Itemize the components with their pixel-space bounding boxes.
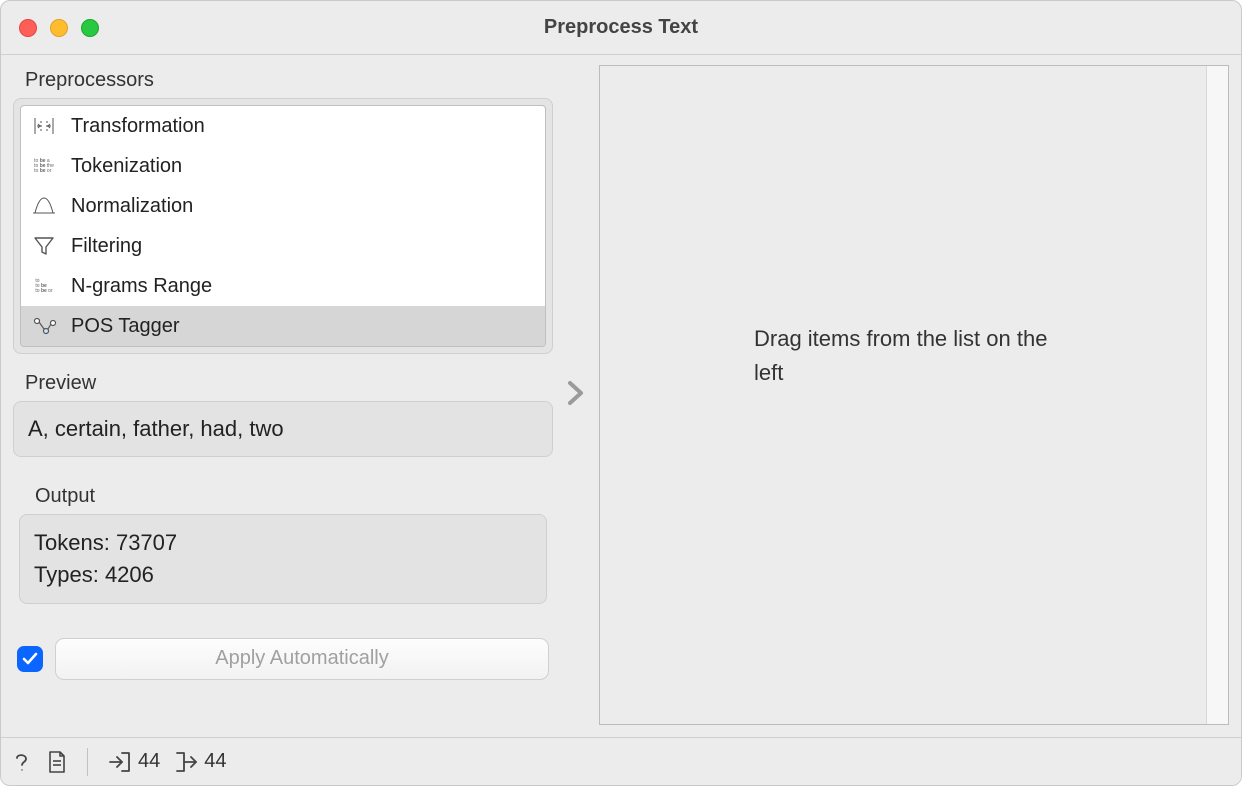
list-item-label: Filtering xyxy=(71,235,142,258)
output-count-group[interactable]: 44 xyxy=(174,750,226,774)
minimize-window-button[interactable] xyxy=(50,19,68,37)
filter-icon xyxy=(31,233,57,259)
chevron-right-icon xyxy=(565,379,587,412)
transfer-chevron-column xyxy=(561,65,591,725)
output-tokens-value: 73707 xyxy=(116,530,177,555)
window-title: Preprocess Text xyxy=(544,16,698,39)
list-item-tokenization[interactable]: to be a to be the to be or Tokenization xyxy=(21,146,545,186)
status-bar: 44 44 xyxy=(1,737,1241,785)
output-types-label: Types: xyxy=(34,562,99,587)
app-window: Preprocess Text Preprocessors xyxy=(0,0,1242,786)
preprocessors-list[interactable]: Transformation to be a to be the to be o… xyxy=(20,105,546,347)
output-types-value: 4206 xyxy=(105,562,154,587)
ngrams-icon: to to be to be or xyxy=(31,273,57,299)
close-window-button[interactable] xyxy=(19,19,37,37)
list-item-label: Transformation xyxy=(71,115,205,138)
apply-button-label: Apply Automatically xyxy=(215,647,388,670)
list-item-normalization[interactable]: Normalization xyxy=(21,186,545,226)
output-box: Tokens: 73707 Types: 4206 xyxy=(19,514,547,604)
list-item-filtering[interactable]: Filtering xyxy=(21,226,545,266)
window-controls xyxy=(19,19,99,37)
zoom-window-button[interactable] xyxy=(81,19,99,37)
drop-target-panel[interactable]: Drag items from the list on the left xyxy=(599,65,1229,725)
apply-automatically-button[interactable]: Apply Automatically xyxy=(55,638,549,680)
output-section: Output Tokens: 73707 Types: 4206 xyxy=(13,485,553,604)
preprocessors-label: Preprocessors xyxy=(25,69,553,92)
list-item-label: N-grams Range xyxy=(71,275,212,298)
vertical-scrollbar[interactable] xyxy=(1206,66,1228,724)
output-tokens-row: Tokens: 73707 xyxy=(34,527,532,559)
preprocessors-panel: Transformation to be a to be the to be o… xyxy=(13,98,553,354)
preview-box: A, certain, father, had, two xyxy=(13,401,553,457)
output-count-value: 44 xyxy=(204,750,226,773)
list-item-label: Normalization xyxy=(71,195,193,218)
output-label: Output xyxy=(35,485,547,508)
apply-row: Apply Automatically xyxy=(13,638,553,680)
transformation-icon xyxy=(31,113,57,139)
drop-hint-text: Drag items from the list on the left xyxy=(754,321,1074,389)
preview-text: A, certain, father, had, two xyxy=(28,416,284,441)
help-icon[interactable] xyxy=(11,751,33,773)
apply-automatically-checkbox[interactable] xyxy=(17,646,43,672)
main-area: Preprocessors xyxy=(1,55,1241,737)
statusbar-divider xyxy=(87,748,88,776)
preview-label: Preview xyxy=(25,372,553,395)
normalization-icon xyxy=(31,193,57,219)
right-column: Drag items from the list on the left xyxy=(599,65,1229,725)
output-icon xyxy=(174,750,198,774)
input-count-group[interactable]: 44 xyxy=(108,750,160,774)
pos-tagger-icon xyxy=(31,313,57,339)
left-column: Preprocessors xyxy=(13,65,553,725)
titlebar: Preprocess Text xyxy=(1,1,1241,55)
output-tokens-label: Tokens: xyxy=(34,530,110,555)
output-types-row: Types: 4206 xyxy=(34,559,532,591)
list-item-transformation[interactable]: Transformation xyxy=(21,106,545,146)
list-item-ngrams-range[interactable]: to to be to be or N-grams Range xyxy=(21,266,545,306)
input-icon xyxy=(108,750,132,774)
list-item-pos-tagger[interactable]: POS Tagger xyxy=(21,306,545,346)
input-count-value: 44 xyxy=(138,750,160,773)
tokenization-icon: to be a to be the to be or xyxy=(31,153,57,179)
list-item-label: POS Tagger xyxy=(71,315,180,338)
list-item-label: Tokenization xyxy=(71,155,182,178)
report-icon[interactable] xyxy=(47,750,67,774)
